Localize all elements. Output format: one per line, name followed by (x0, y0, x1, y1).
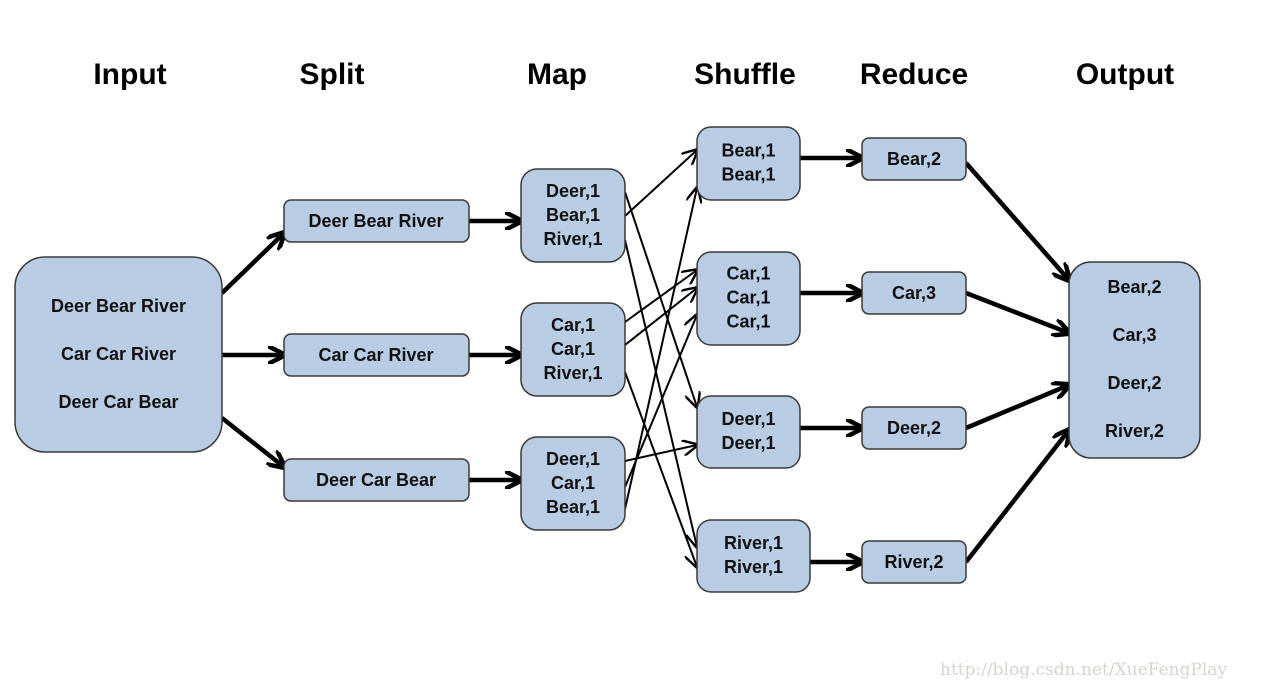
boxes-layer: Deer Bear River Car Car River Deer Car Bea… (14, 126, 1201, 593)
input-box-label: Deer Bear River (51, 296, 186, 316)
output-box-label: Car,3 (1112, 325, 1156, 345)
map-box-label: Car,1 (551, 339, 595, 359)
reduce-label: Bear,2 (887, 149, 941, 169)
header-output: Output (1076, 58, 1174, 91)
flow-arrow (965, 385, 1069, 431)
shuffle-arrow (624, 191, 697, 407)
shuffle-box: Bear,1 Bear,1 (696, 126, 801, 201)
reduce-label: Car,3 (892, 283, 936, 303)
shuffle-arrow (624, 188, 697, 510)
map-box: Deer,1 Car,1 Bear,1 (520, 436, 626, 531)
reduce-box: Bear,2 (861, 137, 967, 181)
shuffle-box-label: Deer,1 (721, 409, 775, 429)
shuffle-box-label: Car,1 (726, 287, 770, 307)
map-box-label: River,1 (543, 229, 602, 249)
map-box-label: River,1 (543, 363, 602, 383)
shuffle-box-label: Car,1 (726, 263, 770, 283)
output-box-label: River,2 (1105, 421, 1164, 441)
map-box-label: Car,1 (551, 315, 595, 335)
reduce-label: Deer,2 (887, 418, 941, 438)
shuffle-box: River,1 River,1 (696, 519, 811, 593)
shuffle-box-label: Deer,1 (721, 433, 775, 453)
reduce-box: Car,3 (861, 271, 967, 315)
shuffle-box: Deer,1 Deer,1 (696, 395, 801, 469)
stage-headers: Input Split Map Shuffle Reduce Output (93, 58, 1174, 91)
split-box: Car Car River (283, 333, 470, 377)
flow-arrow (964, 161, 1069, 280)
flow-arrow (964, 430, 1069, 564)
output-box-label: Deer,2 (1107, 373, 1161, 393)
map-box-label: Bear,1 (546, 205, 600, 225)
header-map: Map (527, 58, 587, 91)
header-split: Split (300, 58, 365, 91)
split-box: Deer Car Bear (283, 458, 470, 502)
shuffle-box: Car,1 Car,1 Car,1 (696, 251, 801, 346)
map-box-label: Car,1 (551, 473, 595, 493)
input-box: Deer Bear River Car Car River Deer Car Bea… (14, 256, 223, 453)
output-box: Bear,2 Car,3 Deer,2 River,2 (1068, 261, 1201, 459)
map-box-label: Deer,1 (546, 449, 600, 469)
shuffle-box-label: Bear,1 (721, 140, 775, 160)
shuffle-box-label: Car,1 (726, 311, 770, 331)
reduce-box: River,2 (861, 540, 967, 584)
header-shuffle: Shuffle (694, 58, 796, 91)
header-input: Input (93, 58, 166, 91)
flow-arrow (220, 416, 284, 467)
split-label: Deer Bear River (308, 211, 443, 231)
mapreduce-diagram: Deer Bear River Car Car River Deer Car Bea… (14, 58, 1227, 680)
reduce-box: Deer,2 (861, 406, 967, 450)
split-box: Deer Bear River (283, 199, 470, 243)
split-label: Car Car River (318, 345, 433, 365)
map-box-label: Deer,1 (546, 181, 600, 201)
flow-arrow (965, 290, 1069, 333)
shuffle-arrow (624, 239, 697, 547)
input-box-label: Car Car River (61, 344, 176, 364)
split-label: Deer Car Bear (316, 470, 436, 490)
input-box-label: Deer Car Bear (58, 392, 178, 412)
watermark: http://blog.csdn.net/XueFengPlay (940, 660, 1227, 680)
flow-arrow (220, 233, 284, 295)
output-box-label: Bear,2 (1107, 277, 1161, 297)
map-box-label: Bear,1 (546, 497, 600, 517)
map-box: Deer,1 Bear,1 River,1 (520, 168, 626, 263)
shuffle-box-label: Bear,1 (721, 164, 775, 184)
shuffle-box-label: River,1 (724, 557, 783, 577)
reduce-label: River,2 (884, 552, 943, 572)
map-box: Car,1 Car,1 River,1 (520, 302, 626, 397)
shuffle-box-label: River,1 (724, 533, 783, 553)
shuffle-arrow (624, 150, 697, 217)
header-reduce: Reduce (860, 58, 968, 91)
